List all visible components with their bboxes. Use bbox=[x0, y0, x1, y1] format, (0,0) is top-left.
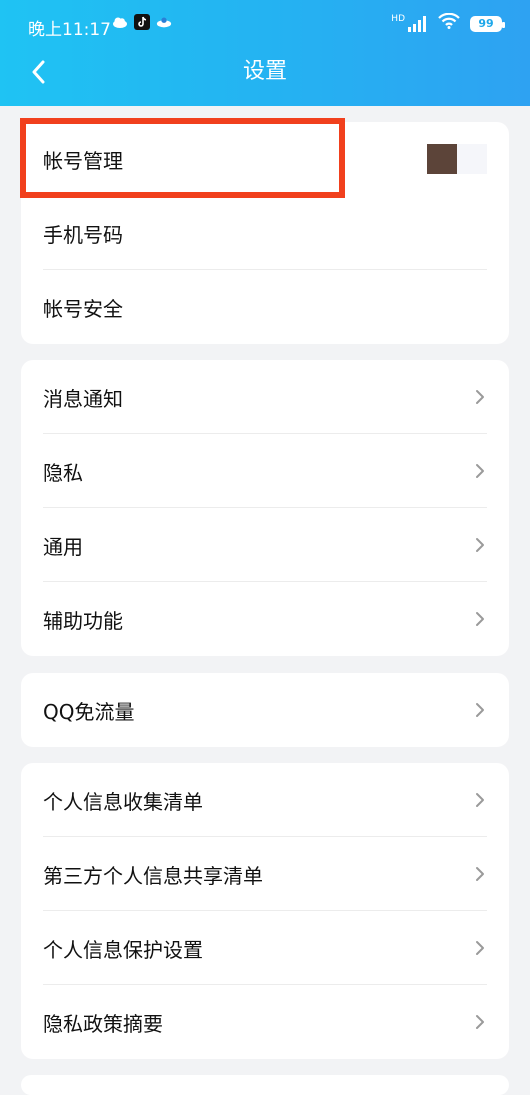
general-settings-group: 消息通知 隐私 通用 辅助功能 bbox=[21, 360, 509, 656]
status-time: 晚上11:17 bbox=[28, 20, 111, 40]
chevron-right-icon bbox=[476, 793, 484, 807]
settings-item-privacy[interactable]: 隐私 bbox=[21, 434, 509, 508]
highlight-box bbox=[20, 118, 345, 198]
personal-info-group: 个人信息收集清单 第三方个人信息共享清单 个人信息保护设置 隐私政策摘要 bbox=[21, 763, 509, 1059]
settings-item-info-collection-list[interactable]: 个人信息收集清单 bbox=[21, 763, 509, 837]
settings-item-label: QQ免流量 bbox=[43, 699, 135, 724]
settings-item-label: 第三方个人信息共享清单 bbox=[43, 863, 263, 888]
status-bar: 晚上11:17 HD 99 bbox=[0, 0, 530, 52]
chevron-right-icon bbox=[476, 464, 484, 478]
settings-item-notifications[interactable]: 消息通知 bbox=[21, 360, 509, 434]
settings-item-label: 隐私 bbox=[43, 460, 83, 485]
settings-item-label: 个人信息收集清单 bbox=[43, 789, 203, 814]
settings-item-qq-free-data[interactable]: QQ免流量 bbox=[21, 673, 509, 747]
chevron-right-icon bbox=[476, 1015, 484, 1029]
chevron-right-icon bbox=[476, 703, 484, 717]
chevron-right-icon bbox=[476, 390, 484, 404]
settings-item-general[interactable]: 通用 bbox=[21, 508, 509, 582]
settings-item-label: 帐号安全 bbox=[43, 296, 123, 321]
battery-level: 99 bbox=[478, 17, 494, 30]
avatar bbox=[427, 144, 487, 174]
page-title: 设置 bbox=[242, 59, 287, 84]
settings-item-label: 辅助功能 bbox=[43, 608, 123, 633]
network-type-label: HD bbox=[391, 13, 405, 24]
chevron-right-icon bbox=[476, 612, 484, 626]
settings-item-info-protection[interactable]: 个人信息保护设置 bbox=[21, 911, 509, 985]
cloud-icon bbox=[112, 14, 128, 30]
settings-item-third-party-sharing[interactable]: 第三方个人信息共享清单 bbox=[21, 837, 509, 911]
settings-item-privacy-policy-summary[interactable]: 隐私政策摘要 bbox=[21, 985, 509, 1059]
settings-item-label: 手机号码 bbox=[43, 222, 123, 247]
settings-item-phone-number[interactable]: 手机号码 bbox=[21, 196, 509, 270]
next-group-peek bbox=[21, 1075, 509, 1095]
settings-item-label: 个人信息保护设置 bbox=[43, 937, 203, 962]
chevron-right-icon bbox=[476, 867, 484, 881]
tiktok-icon bbox=[134, 14, 150, 30]
settings-item-label: 消息通知 bbox=[43, 386, 123, 411]
app-notification-icon bbox=[156, 14, 172, 30]
wifi-icon bbox=[438, 12, 460, 34]
settings-item-accessibility[interactable]: 辅助功能 bbox=[21, 582, 509, 656]
battery-icon: 99 bbox=[470, 15, 505, 32]
header-bar: 晚上11:17 HD 99 设置 bbox=[0, 0, 530, 106]
signal-icon: HD bbox=[391, 13, 428, 32]
chevron-right-icon bbox=[476, 941, 484, 955]
chevron-right-icon bbox=[476, 538, 484, 552]
data-free-group: QQ免流量 bbox=[21, 673, 509, 747]
settings-item-label: 隐私政策摘要 bbox=[43, 1011, 163, 1036]
settings-item-account-security[interactable]: 帐号安全 bbox=[21, 270, 509, 344]
settings-item-label: 通用 bbox=[43, 534, 83, 559]
